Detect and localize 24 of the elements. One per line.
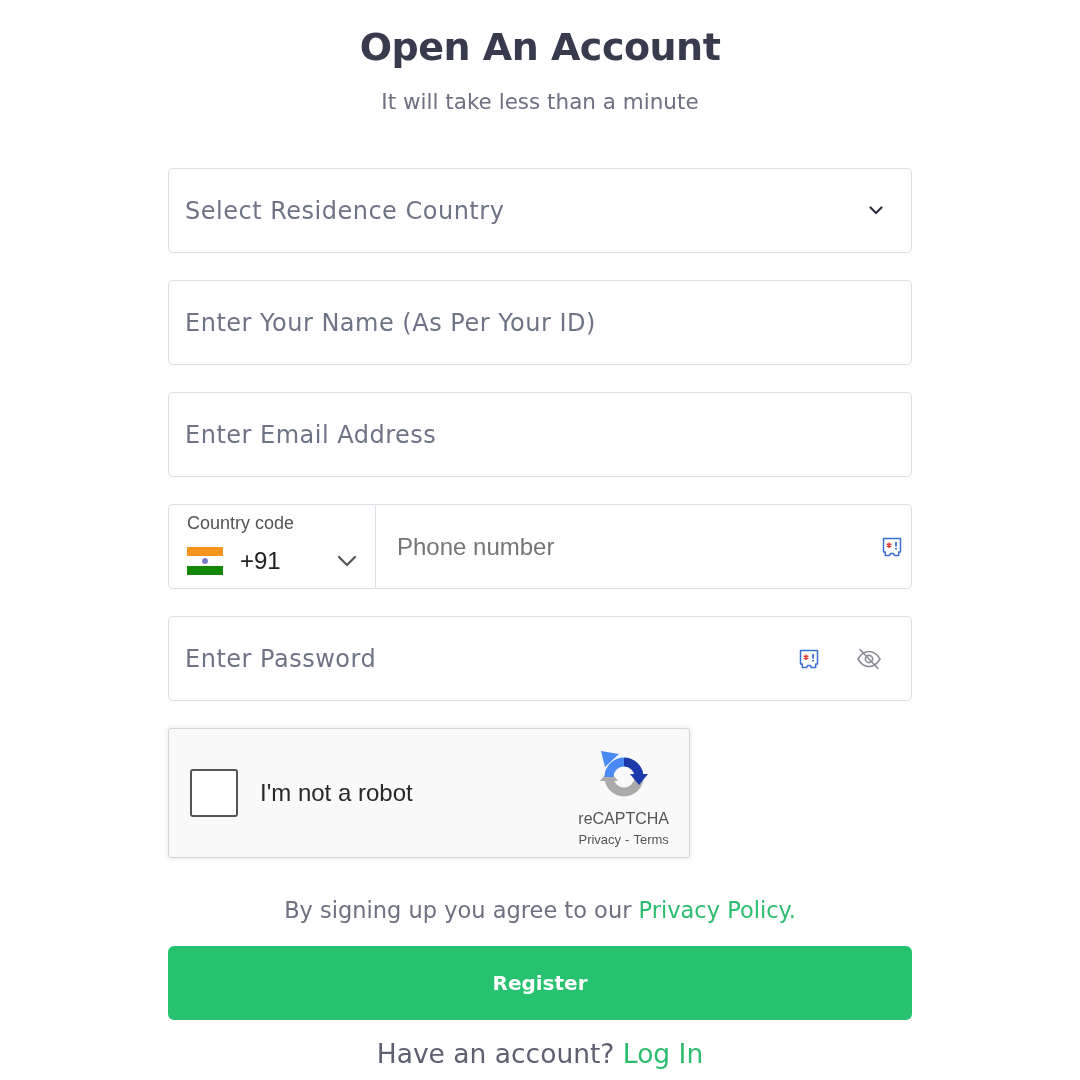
residence-country-dropdown[interactable]: Select Residence Country [168, 168, 912, 253]
privacy-policy-link[interactable]: Privacy Policy. [638, 897, 796, 923]
password-input[interactable]: Enter Password [168, 616, 912, 701]
captcha-link[interactable]: Privacy [578, 831, 622, 847]
country-code-value: +91 [240, 547, 282, 575]
chevron-down-icon [337, 555, 357, 567]
country-code-select[interactable]: Country code +91 [168, 504, 375, 589]
page-title: Open An Account [358, 24, 722, 71]
captcha-brand-text: reCAPTCHA [578, 809, 669, 828]
captcha-label: I'm not a robot [260, 779, 414, 807]
page-subtitle: It will take less than a minute [380, 88, 700, 116]
flag-icon [187, 547, 223, 575]
chevron-down-icon [869, 206, 883, 215]
login-prompt: Have an account? Log In [375, 1037, 705, 1071]
agreement-text: By signing up you agree to our Privacy Policy. [283, 896, 797, 925]
country-code-label: Country code [187, 513, 295, 533]
captcha-link[interactable]: Terms [633, 831, 669, 847]
separator-text: - [625, 831, 630, 847]
captcha-checkbox[interactable] [190, 769, 238, 817]
phone-number-input[interactable]: Phone number [375, 504, 912, 589]
log-in-link[interactable]: Log In [622, 1038, 704, 1069]
eye-slash-icon[interactable] [856, 647, 882, 670]
email-input[interactable]: Enter Email Address [168, 392, 912, 477]
name-input[interactable]: Enter Your Name (As Per Your ID) [168, 280, 912, 365]
